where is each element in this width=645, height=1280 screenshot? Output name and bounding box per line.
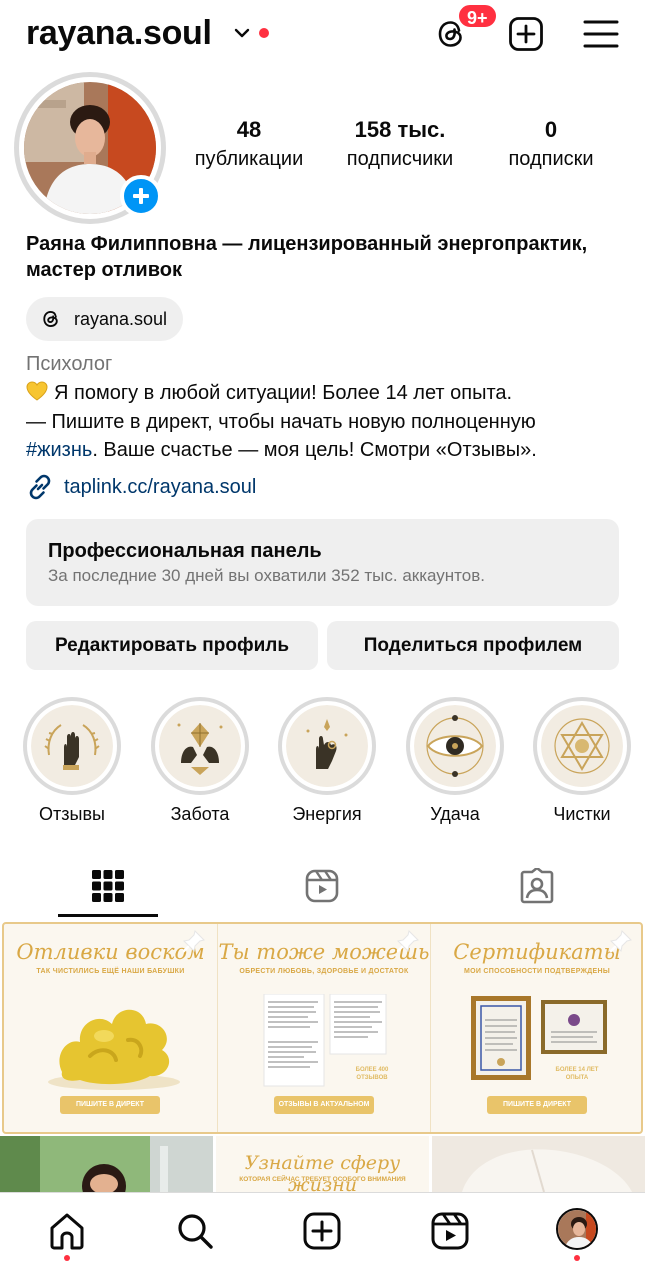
post-cta: ПИШИТЕ В ДИРЕКТ <box>60 1096 160 1114</box>
yellow-heart-icon <box>26 381 48 401</box>
nav-home[interactable] <box>47 1211 87 1251</box>
photo-outdoor-image <box>0 1136 213 1192</box>
grid-icon <box>92 870 124 902</box>
profile-external-link[interactable]: taplink.cc/rayana.soul <box>26 473 256 501</box>
top-header: rayana.soul 9+ <box>0 0 645 70</box>
star-of-david-icon <box>541 705 623 787</box>
home-icon <box>50 1213 84 1250</box>
highlight-ring <box>278 697 376 795</box>
laurel-hand-icon <box>31 705 113 787</box>
highlight-ring <box>533 697 631 795</box>
reels-icon <box>305 869 339 903</box>
link-icon <box>29 474 51 500</box>
photo-portrait-image <box>432 1136 645 1192</box>
highlight-chistki[interactable]: Чистки <box>527 697 637 825</box>
post-subtitle: МОИ СПОСОБНОСТИ ПОДТВЕРЖДЕНЫ <box>463 968 610 975</box>
mudra-hand-icon <box>286 705 368 787</box>
stat-posts[interactable]: 48 публикации <box>186 116 312 174</box>
tagged-icon <box>520 868 554 904</box>
share-profile-button[interactable]: Поделиться профилем <box>327 621 619 670</box>
profile-full-name: Раяна Филипповна — лицензированный энерг… <box>26 233 588 281</box>
post-tile[interactable]: Отливки воском ТАК ЧИСТИЛИСЬ ЕЩЁ НАШИ БА… <box>4 924 217 1132</box>
chevron-down-icon[interactable] <box>233 24 251 42</box>
link-text: taplink.cc/rayana.soul <box>64 475 257 498</box>
post-cta: ОТЗЫВЫ В АКТУАЛЬНОМ <box>274 1096 374 1114</box>
threads-profile-chip[interactable]: rayana.soul <box>26 297 184 341</box>
hamburger-menu-icon[interactable] <box>583 18 619 50</box>
stat-followers-label: подписчики <box>346 148 454 170</box>
nav-create[interactable] <box>302 1211 342 1251</box>
nav-profile-avatar[interactable] <box>556 1208 598 1250</box>
bio-line-1: Я помогу в любой ситуации! Более 14 лет … <box>54 382 513 404</box>
tab-grid[interactable] <box>58 860 158 918</box>
highlight-ring <box>406 697 504 795</box>
nav-search[interactable] <box>175 1211 215 1251</box>
threads-icon <box>43 311 58 327</box>
profile-bio: Я помогу в любой ситуации! Более 14 лет … <box>26 379 626 465</box>
highlight-zabota[interactable]: Забота <box>145 697 255 825</box>
profile-category: Психолог <box>26 353 113 375</box>
highlight-ring <box>23 697 121 795</box>
post-subtitle: КОТОРАЯ СЕЙЧАС ТРЕБУЕТ ОСОБОГО ВНИМАНИЯ <box>239 1176 406 1183</box>
profile-notification-dot <box>574 1255 580 1261</box>
bottom-navigation <box>0 1192 645 1280</box>
post-title: Узнайте сферу жизни <box>244 1152 401 1192</box>
stat-following[interactable]: 0 подписки <box>496 116 606 174</box>
tab-reels[interactable] <box>272 860 372 918</box>
post-tile[interactable]: Сертификаты МОИ СПОСОБНОСТИ ПОДТВЕРЖДЕНЫ… <box>430 924 641 1132</box>
tab-tagged[interactable] <box>487 860 587 918</box>
highlight-label: Энергия <box>292 804 362 824</box>
post-subtitle: ОБРЕСТИ ЛЮБОВЬ, ЗДОРОВЬЕ И ДОСТАТОК <box>239 968 409 975</box>
search-icon <box>178 1214 213 1249</box>
home-notification-dot <box>64 1255 70 1261</box>
highlight-label: Отзывы <box>39 804 105 824</box>
stat-followers[interactable]: 158 тыс. подписчики <box>334 116 466 174</box>
post-cta: ПИШИТЕ В ДИРЕКТ <box>487 1096 587 1114</box>
highlight-label: Удача <box>430 804 480 824</box>
edit-profile-button[interactable]: Редактировать профиль <box>26 621 318 670</box>
bio-line-2: — Пишите в директ, чтобы начать новую по… <box>26 410 536 433</box>
nav-reels[interactable] <box>430 1211 470 1251</box>
create-icon <box>303 1212 341 1250</box>
stat-posts-label: публикации <box>194 148 304 170</box>
professional-dashboard[interactable]: Профессиональная панель За последние 30 … <box>26 519 619 606</box>
pin-icon <box>609 930 632 953</box>
stat-posts-count: 48 <box>236 117 262 142</box>
dashboard-title: Профессиональная панель <box>48 540 322 562</box>
highlight-ring <box>151 697 249 795</box>
pin-icon <box>182 930 205 953</box>
stat-following-label: подписки <box>508 148 594 170</box>
username-switcher[interactable]: rayana.soul <box>26 14 212 53</box>
create-plus-icon[interactable] <box>508 16 544 52</box>
eye-icon <box>414 705 496 787</box>
pinned-posts-row: Отливки воском ТАК ЧИСТИЛИСЬ ЕЩЁ НАШИ БА… <box>2 922 643 1134</box>
post-tile[interactable] <box>0 1136 213 1192</box>
post-badge: БОЛЕЕ 400 ОТЗЫВОВ <box>355 1067 389 1081</box>
bio-hashtag-link[interactable]: #жизнь <box>26 439 92 461</box>
notification-badge[interactable]: 9+ <box>457 3 498 29</box>
highlight-label: Чистки <box>553 804 611 824</box>
pin-icon <box>396 930 419 953</box>
highlight-udacha[interactable]: Удача <box>400 697 510 825</box>
wax-casting-image <box>48 1009 180 1090</box>
highlight-otzyvy[interactable]: Отзывы <box>17 697 127 825</box>
dashboard-subtitle: За последние 30 дней вы охватили 352 тыс… <box>48 566 485 585</box>
post-tile[interactable] <box>432 1136 645 1192</box>
hands-crystal-icon <box>159 705 241 787</box>
highlight-label: Забота <box>170 804 230 824</box>
post-tile[interactable]: Ты тоже можешь ОБРЕСТИ ЛЮБОВЬ, ЗДОРОВЬЕ … <box>217 924 430 1132</box>
stat-followers-count: 158 тыс. <box>354 117 446 142</box>
highlight-energiya[interactable]: Энергия <box>272 697 382 825</box>
active-tab-indicator <box>58 914 158 917</box>
unread-dot <box>259 28 269 38</box>
reels-icon <box>431 1212 469 1250</box>
bio-line-3: . Ваше счастье — моя цель! Смотри «Отзыв… <box>92 439 537 461</box>
stat-following-count: 0 <box>544 117 558 142</box>
post-subtitle: ТАК ЧИСТИЛИСЬ ЕЩЁ НАШИ БАБУШКИ <box>36 968 185 975</box>
post-tile[interactable]: Узнайте сферу жизни КОТОРАЯ СЕЙЧАС ТРЕБУ… <box>216 1136 429 1192</box>
post-badge: БОЛЕЕ 14 ЛЕТ ОПЫТА <box>555 1067 599 1081</box>
add-story-button[interactable] <box>120 175 162 217</box>
threads-handle: rayana.soul <box>74 308 168 329</box>
